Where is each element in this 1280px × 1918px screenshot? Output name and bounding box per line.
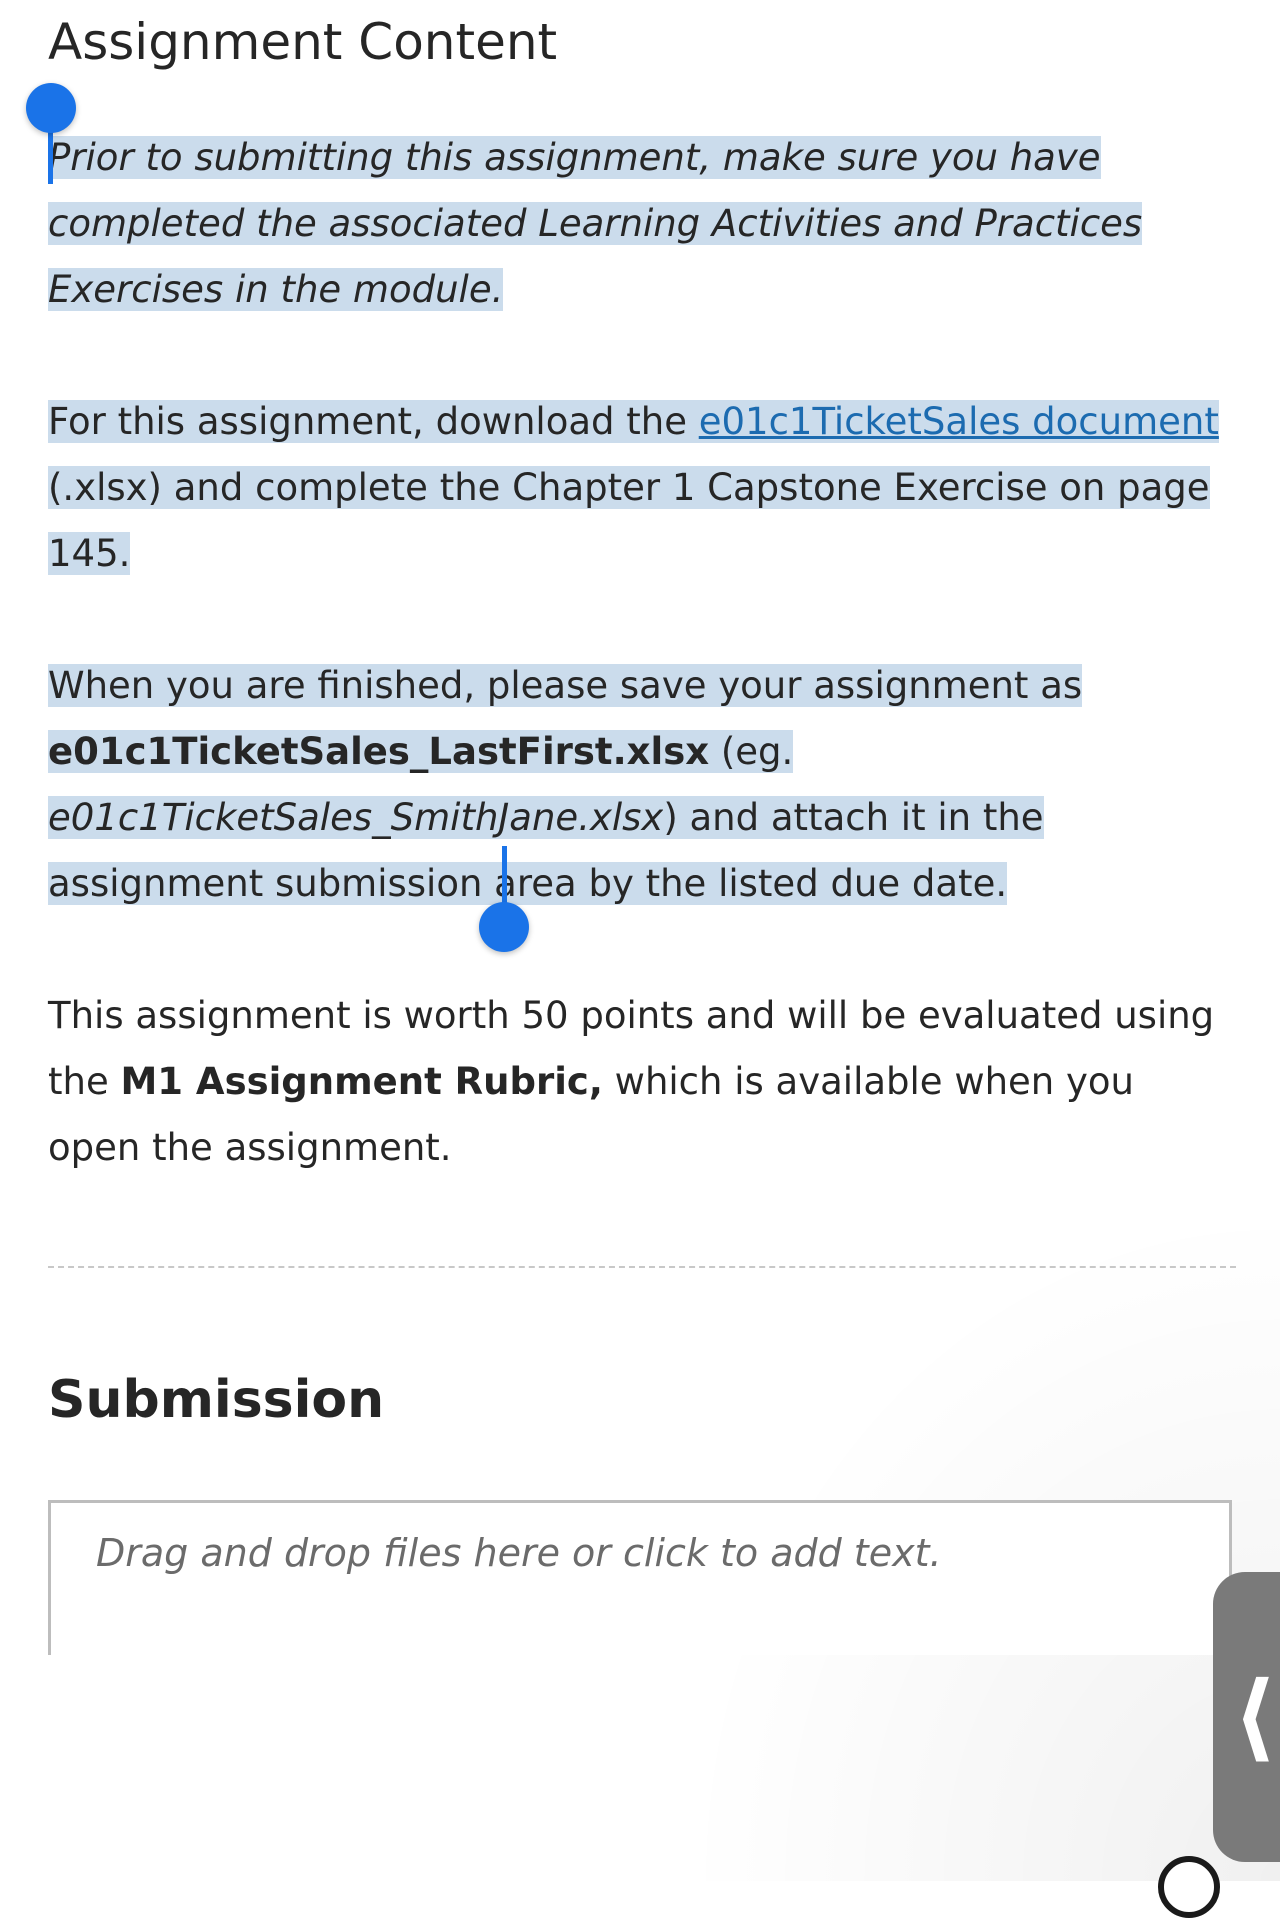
assignment-content: Prior to submitting this assignment, mak… (48, 125, 1238, 1247)
save-prefix: When you are finished, please save your … (48, 664, 1083, 707)
worth-paragraph: This assignment is worth 50 points and w… (48, 983, 1238, 1181)
download-prefix: For this assignment, download the (48, 400, 699, 443)
ticket-sales-document-link[interactable]: e01c1TicketSales document (698, 400, 1219, 443)
submission-dropzone[interactable]: Drag and drop files here or click to add… (48, 1500, 1232, 1655)
chevron-left-icon: ⟨ (1233, 1662, 1277, 1772)
side-panel-toggle[interactable]: ⟨ (1213, 1572, 1280, 1862)
page-title: Assignment Content (48, 13, 558, 71)
section-divider (48, 1266, 1236, 1268)
save-filename: e01c1TicketSales_LastFirst.xlsx (48, 730, 710, 773)
save-paragraph: When you are finished, please save your … (48, 653, 1238, 917)
assignment-page: Assignment Content Prior to submitting t… (0, 0, 1280, 1918)
rubric-name: M1 Assignment Rubric, (120, 1060, 603, 1103)
intro-paragraph: Prior to submitting this assignment, mak… (48, 125, 1238, 323)
selection-end-handle[interactable] (479, 902, 529, 952)
download-suffix: (.xlsx) and complete the Chapter 1 Capst… (48, 466, 1210, 575)
intro-text: Prior to submitting this assignment, mak… (48, 136, 1143, 311)
save-eg-open: (eg. (709, 730, 794, 773)
dropzone-placeholder: Drag and drop files here or click to add… (96, 1531, 942, 1575)
selection-start-handle[interactable] (26, 83, 76, 133)
submission-title: Submission (48, 1370, 385, 1430)
help-icon[interactable] (1158, 1856, 1220, 1918)
download-paragraph: For this assignment, download the e01c1T… (48, 389, 1238, 587)
save-example: e01c1TicketSales_SmithJane.xlsx (48, 796, 664, 839)
